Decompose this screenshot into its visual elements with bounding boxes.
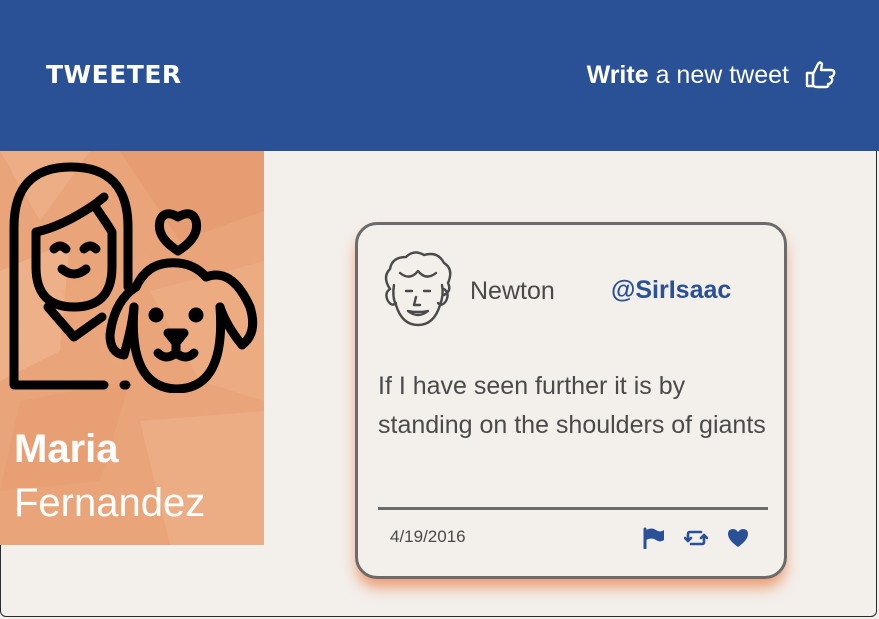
- write-tweet-button[interactable]: Write a new tweet: [587, 60, 837, 90]
- tweet-card: Newton @SirIsaac If I have seen further …: [355, 222, 787, 579]
- top-bar: TWEETER Write a new tweet: [0, 0, 879, 151]
- tweet-date: 4/19/2016: [390, 527, 466, 546]
- profile-first-name: Maria: [14, 427, 119, 471]
- retweet-icon[interactable]: [683, 527, 709, 549]
- app-logo: TWEETER: [46, 60, 182, 89]
- write-label-rest: a new tweet: [655, 60, 789, 89]
- newton-avatar-icon: [384, 251, 452, 327]
- profile-card: Maria Fernandez: [0, 151, 264, 545]
- tweet-author-handle[interactable]: @SirIsaac: [611, 276, 731, 305]
- tweet-author-name: Newton: [470, 277, 555, 305]
- tweet-text: If I have seen further it is by standing…: [378, 372, 766, 439]
- heart-icon[interactable]: [726, 527, 750, 549]
- write-label-bold: Write: [586, 60, 649, 89]
- profile-last-name: Fernandez: [14, 481, 206, 525]
- flag-icon[interactable]: [642, 527, 666, 550]
- tweet-divider: [378, 507, 768, 510]
- pointing-hand-icon: [803, 60, 837, 90]
- woman-with-dog-icon: [9, 162, 258, 393]
- write-tweet-label: Write a new tweet: [587, 61, 789, 90]
- tweet-actions: [642, 527, 750, 550]
